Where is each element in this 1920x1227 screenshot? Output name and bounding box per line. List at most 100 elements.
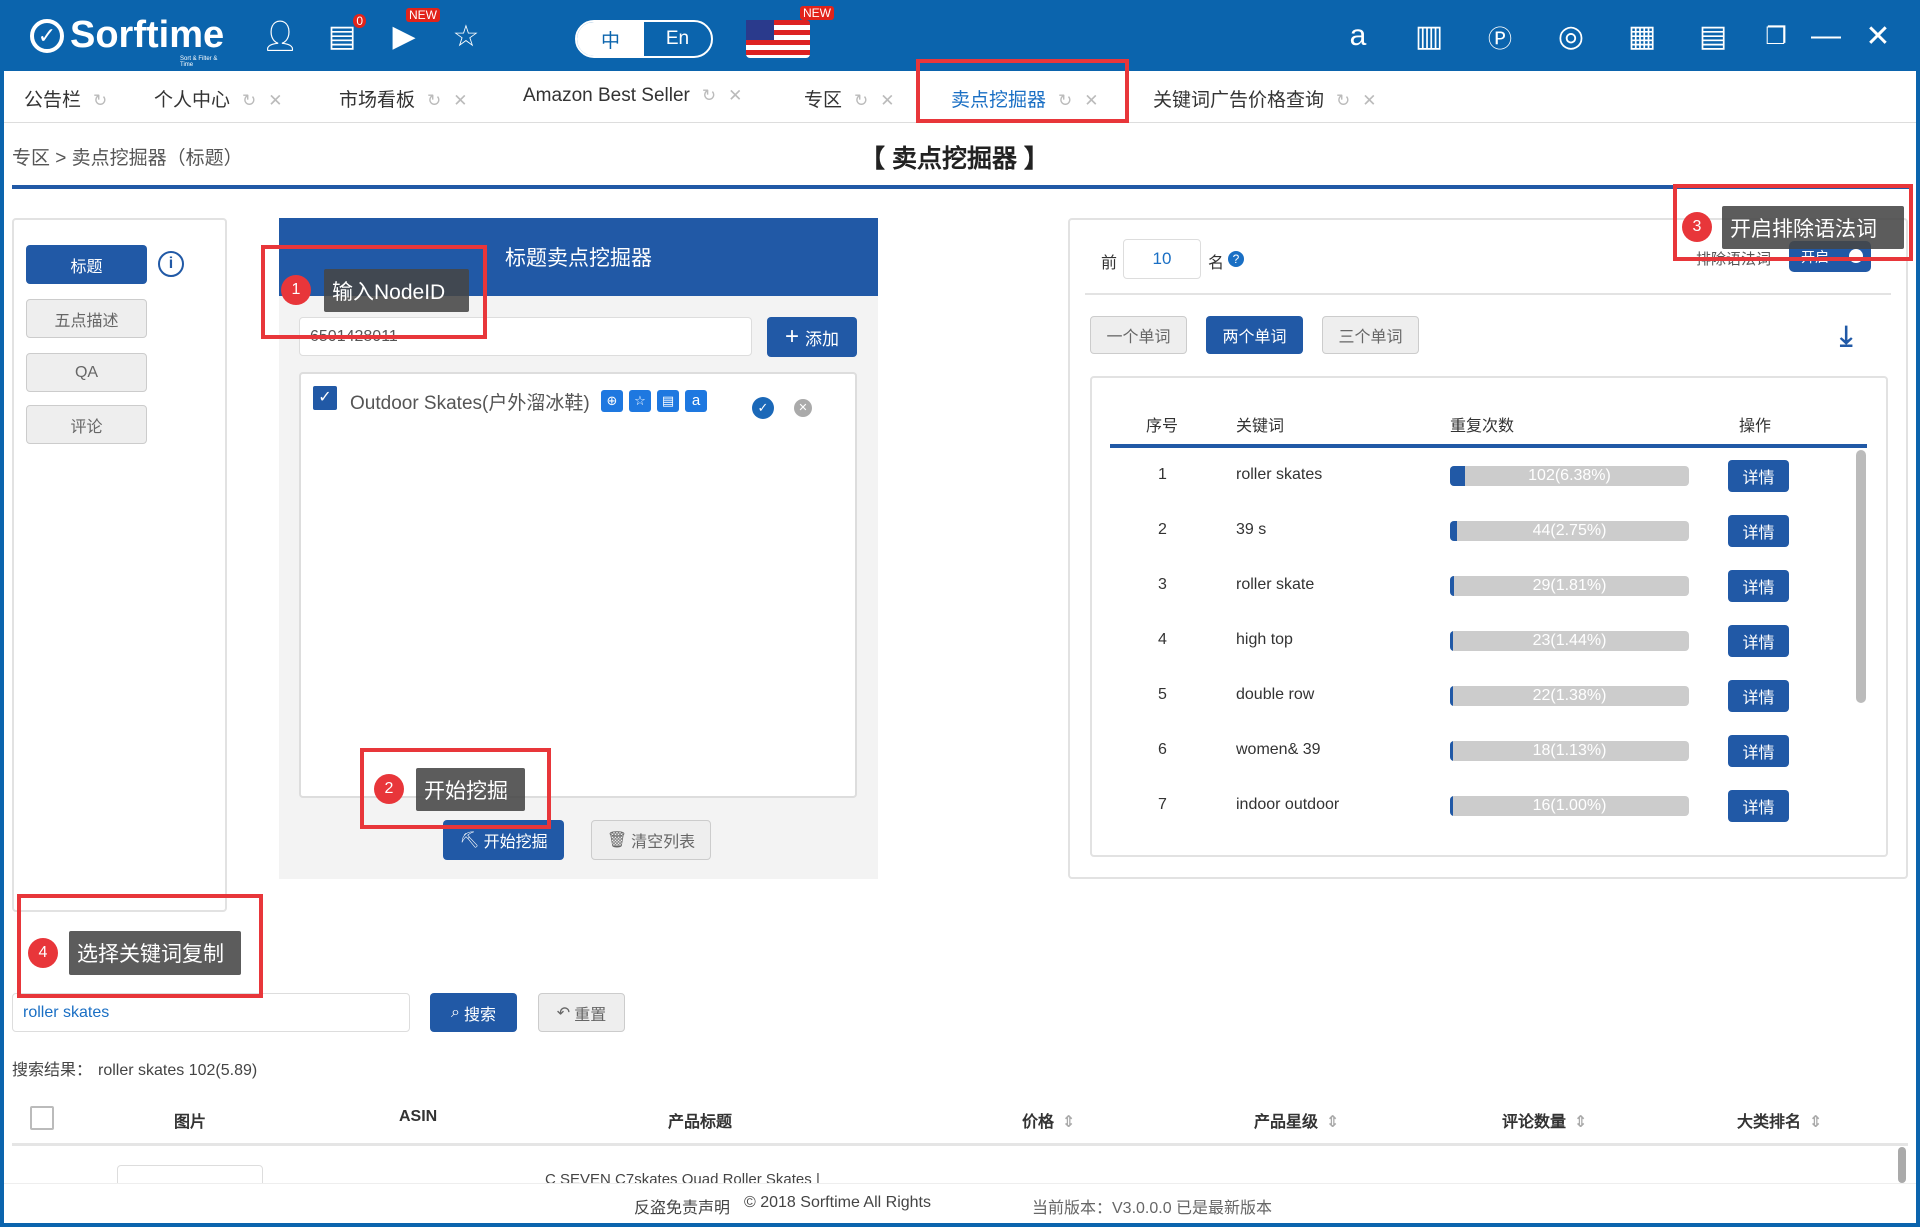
row-keyword[interactable]: women& 39 xyxy=(1236,741,1321,759)
keyword-search-input[interactable] xyxy=(12,993,410,1032)
search-result: 搜索结果： roller skates 102(5.89) xyxy=(12,1062,258,1079)
amazon-icon[interactable]: a xyxy=(1338,16,1378,56)
tab-best-seller[interactable]: Amazon Best Seller ↻ ✕ xyxy=(523,85,742,107)
count-bar: 23(1.44%) xyxy=(1450,631,1689,651)
close-icon[interactable]: ✕ xyxy=(880,91,894,110)
scrollbar[interactable] xyxy=(1898,1147,1906,1183)
annotation-box-tab xyxy=(916,59,1129,123)
row-keyword[interactable]: roller skates xyxy=(1236,466,1322,484)
row-keyword[interactable]: roller skate xyxy=(1236,576,1314,594)
amazon-icon[interactable]: a xyxy=(685,390,707,412)
sidebar-item-qa[interactable]: QA xyxy=(26,353,147,392)
notice-icon[interactable]: ▤ 0 xyxy=(322,14,366,56)
trash-icon: 🗑︎ xyxy=(606,832,628,849)
disclaimer-link[interactable]: 反盗免责声明 xyxy=(634,1194,730,1218)
node-checkbox[interactable]: ✓ xyxy=(313,386,337,410)
count-bar: 22(1.38%) xyxy=(1450,686,1689,706)
copyright: © 2018 Sorftime All Rights xyxy=(744,1194,931,1211)
sort-icon: ⇕ xyxy=(1574,1114,1588,1131)
pulse-icon[interactable]: ◎ xyxy=(1551,16,1591,56)
video-icon[interactable]: ▶ NEW xyxy=(384,8,440,56)
minimize-icon[interactable]: — xyxy=(1806,16,1846,56)
language-toggle[interactable]: 中 En xyxy=(575,20,713,58)
detail-button[interactable]: 详情 xyxy=(1728,515,1789,547)
count-bar: 29(1.81%) xyxy=(1450,576,1689,596)
sorftime-logo: ✓ Sorftime Sort & Filter & Time xyxy=(30,14,224,68)
one-word-tab[interactable]: 一个单词 xyxy=(1090,316,1187,354)
annotation-number-1: 1 xyxy=(281,275,311,305)
close-icon[interactable]: ✕ xyxy=(453,91,467,110)
refresh-icon[interactable]: ↻ xyxy=(93,91,107,110)
refresh-icon[interactable]: ↻ xyxy=(242,91,256,110)
clear-list-button[interactable]: 🗑︎ 清空列表 xyxy=(591,820,711,860)
scrollbar[interactable] xyxy=(1856,450,1866,703)
top-prefix: 前 xyxy=(1101,255,1118,272)
sort-icon: ⇕ xyxy=(1062,1114,1076,1131)
refresh-icon[interactable]: ↻ xyxy=(702,86,716,105)
tab-announcements[interactable]: 公告栏 ↻ xyxy=(24,85,107,112)
col-reviews[interactable]: 评论数量 ⇕ xyxy=(1502,1108,1587,1132)
lang-en[interactable]: En xyxy=(644,22,711,56)
detail-button[interactable]: 详情 xyxy=(1728,625,1789,657)
reset-button[interactable]: ↶ 重置 xyxy=(538,993,625,1032)
col-rank[interactable]: 大类排名 ⇕ xyxy=(1737,1108,1822,1132)
detail-button[interactable]: 详情 xyxy=(1728,735,1789,767)
col-price[interactable]: 价格 ⇕ xyxy=(1022,1108,1075,1132)
count-bar: 44(2.75%) xyxy=(1450,521,1689,541)
restore-icon[interactable]: ❐ xyxy=(1756,16,1796,56)
us-flag-icon[interactable]: NEW xyxy=(746,6,834,58)
row-keyword[interactable]: 39 s xyxy=(1236,521,1266,539)
grid-icon[interactable]: ▦ xyxy=(1622,16,1662,56)
keyword-table xyxy=(1090,376,1888,857)
detail-button[interactable]: 详情 xyxy=(1728,570,1789,602)
close-icon[interactable]: ✕ xyxy=(268,91,282,110)
close-icon[interactable]: ✕ xyxy=(1858,16,1898,56)
select-all-checkbox[interactable] xyxy=(30,1106,54,1130)
detail-button[interactable]: 详情 xyxy=(1728,790,1789,822)
tab-keyword-ad-price[interactable]: 关键词广告价格查询 ↻ ✕ xyxy=(1153,85,1377,112)
node-label: Outdoor Skates(户外溜冰鞋) xyxy=(350,393,590,414)
annotation-number-4: 4 xyxy=(28,938,58,968)
top-n-input[interactable] xyxy=(1123,239,1201,279)
col-rating[interactable]: 产品星级 ⇕ xyxy=(1254,1108,1339,1132)
lang-cn[interactable]: 中 xyxy=(577,22,644,56)
sidebar-item-bullets[interactable]: 五点描述 xyxy=(26,299,147,338)
row-number: 5 xyxy=(1158,686,1167,703)
chart-icon[interactable]: ▥ xyxy=(1409,16,1449,56)
row-keyword[interactable]: high top xyxy=(1236,631,1293,649)
detail-button[interactable]: 详情 xyxy=(1728,460,1789,492)
star-icon[interactable]: ☆ xyxy=(446,16,486,56)
confirm-icon[interactable]: ✓ xyxy=(752,397,774,419)
info-icon[interactable]: i xyxy=(158,251,184,277)
close-icon[interactable]: ✕ xyxy=(1362,91,1376,110)
download-icon[interactable]: ⤓ xyxy=(1840,320,1852,353)
document-icon[interactable]: ▤ xyxy=(657,390,679,412)
row-keyword[interactable]: indoor outdoor xyxy=(1236,796,1339,814)
row-keyword[interactable]: double row xyxy=(1236,686,1314,704)
user-icon[interactable]: 👤︎ xyxy=(260,16,300,56)
two-word-tab[interactable]: 两个单词 xyxy=(1206,316,1303,354)
tab-personal[interactable]: 个人中心 ↻ ✕ xyxy=(154,85,283,112)
p-icon[interactable]: Ⓟ xyxy=(1480,16,1520,56)
detail-button[interactable]: 详情 xyxy=(1728,680,1789,712)
refresh-icon[interactable]: ↻ xyxy=(427,91,441,110)
close-icon[interactable]: ✕ xyxy=(728,86,742,105)
node-actions: ⊕ ☆ ▤ a xyxy=(601,390,707,412)
row-number: 1 xyxy=(1158,466,1167,483)
refresh-icon[interactable]: ↻ xyxy=(1336,91,1350,110)
document-search-icon[interactable]: ▤ xyxy=(1693,16,1733,56)
search-button[interactable]: ⌕ 搜索 xyxy=(430,993,517,1032)
remove-icon[interactable]: ✕ xyxy=(794,399,812,417)
row-number: 3 xyxy=(1158,576,1167,593)
add-button[interactable]: + 添加 xyxy=(767,317,857,357)
tab-market[interactable]: 市场看板 ↻ ✕ xyxy=(339,85,468,112)
sidebar-item-reviews[interactable]: 评论 xyxy=(26,405,147,444)
tab-zone[interactable]: 专区 ↻ ✕ xyxy=(804,85,895,112)
sidebar-item-title[interactable]: 标题 xyxy=(26,245,147,284)
help-icon[interactable]: ? xyxy=(1228,251,1244,267)
target-icon[interactable]: ⊕ xyxy=(601,390,623,412)
star-icon[interactable]: ☆ xyxy=(629,390,651,412)
refresh-icon[interactable]: ↻ xyxy=(854,91,868,110)
row-number: 6 xyxy=(1158,741,1167,758)
three-word-tab[interactable]: 三个单词 xyxy=(1322,316,1419,354)
